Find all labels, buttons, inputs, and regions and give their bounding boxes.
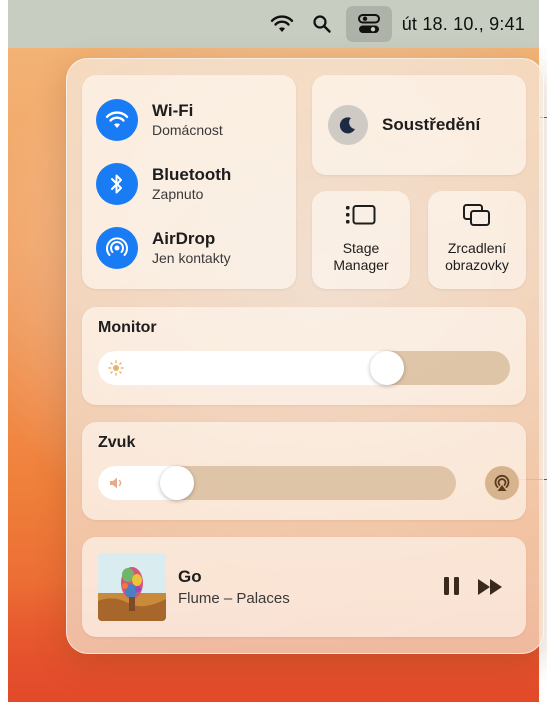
connectivity-module: Wi-Fi Domácnost Bluetooth Zapnuto AirDro… <box>82 75 296 289</box>
moon-icon <box>328 105 368 145</box>
pause-icon <box>444 577 459 595</box>
menu-bar: út 18. 10., 9:41 <box>8 0 539 48</box>
airdrop-status: Jen kontakty <box>152 250 231 266</box>
stage-manager-label-1: Stage <box>342 240 380 256</box>
volume-slider[interactable] <box>98 466 456 500</box>
airdrop-icon[interactable] <box>96 227 138 269</box>
screen-mirroring-icon <box>462 203 492 232</box>
stage-manager-button[interactable]: Stage Manager <box>312 191 410 289</box>
track-artist-album: Flume – Palaces <box>178 590 290 607</box>
brightness-slider[interactable] <box>98 351 510 385</box>
focus-label: Soustředění <box>382 115 481 134</box>
wifi-icon[interactable] <box>262 6 302 42</box>
brightness-knob[interactable] <box>370 351 404 385</box>
pause-button[interactable] <box>440 575 464 597</box>
control-center-panel: Wi-Fi Domácnost Bluetooth Zapnuto AirDro… <box>66 58 544 654</box>
wifi-row[interactable]: Wi-Fi Domácnost <box>96 99 223 141</box>
search-icon[interactable] <box>302 6 342 42</box>
brightness-icon <box>108 360 124 376</box>
stage-manager-label-2: Manager <box>333 257 389 273</box>
bluetooth-row[interactable]: Bluetooth Zapnuto <box>96 163 231 205</box>
volume-knob[interactable] <box>160 466 194 500</box>
now-playing-module[interactable]: Go Flume – Palaces <box>82 537 526 637</box>
wifi-icon[interactable] <box>96 99 138 141</box>
album-art <box>98 553 166 621</box>
control-center-icon[interactable] <box>345 6 392 42</box>
airplay-audio-icon <box>494 474 510 491</box>
stage-manager-icon <box>345 203 377 232</box>
focus-button[interactable]: Soustředění <box>312 75 526 175</box>
menubar-clock[interactable]: út 18. 10., 9:41 <box>400 6 525 42</box>
display-title: Monitor <box>98 319 157 336</box>
airplay-audio-button[interactable] <box>485 466 519 500</box>
sound-title: Zvuk <box>98 434 136 451</box>
bluetooth-icon[interactable] <box>96 163 138 205</box>
airdrop-title: AirDrop <box>152 229 216 248</box>
wifi-network: Domácnost <box>152 122 223 138</box>
track-title: Go <box>178 567 202 586</box>
display-module: Monitor <box>82 307 526 405</box>
airdrop-row[interactable]: AirDrop Jen kontakty <box>96 227 231 269</box>
next-track-button[interactable] <box>476 577 506 597</box>
bluetooth-status: Zapnuto <box>152 186 204 202</box>
screen-mirroring-label-1: Zrcadlení <box>447 240 507 256</box>
screen-mirroring-label-2: obrazovky <box>445 257 509 273</box>
sound-module: Zvuk <box>82 422 526 520</box>
fast-forward-icon <box>478 579 502 595</box>
wifi-title: Wi-Fi <box>152 101 194 120</box>
speaker-icon <box>108 475 124 491</box>
brightness-fill <box>98 351 404 385</box>
bluetooth-title: Bluetooth <box>152 165 232 184</box>
screen-mirroring-button[interactable]: Zrcadlení obrazovky <box>428 191 526 289</box>
